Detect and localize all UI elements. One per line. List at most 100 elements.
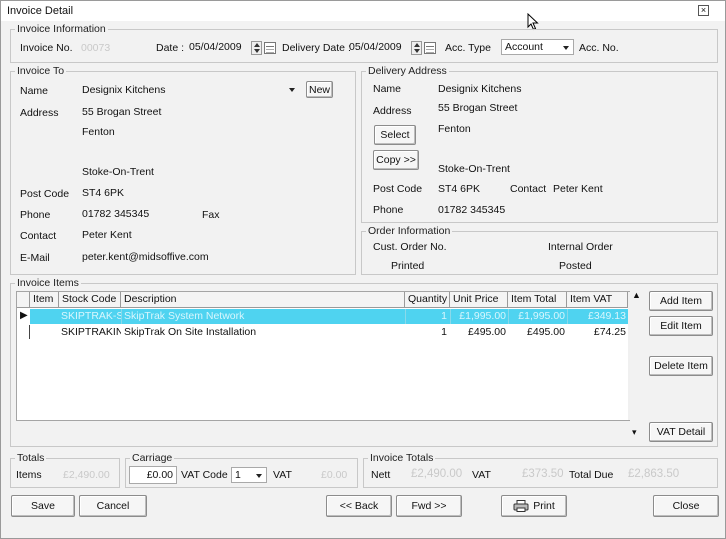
delivery-post-code-field[interactable]: ST4 6PK	[438, 183, 480, 195]
column-header-quantity[interactable]: Quantity	[405, 292, 450, 308]
row-selector-header	[17, 292, 30, 308]
invoice-to-name-field[interactable]: Designix Kitchens	[82, 84, 165, 96]
invoice-to-address-label: Address	[20, 107, 59, 119]
column-header-item[interactable]: Item	[30, 292, 59, 308]
delivery-name-field[interactable]: Designix Kitchens	[438, 83, 521, 95]
invoice-to-name-label: Name	[20, 85, 49, 97]
window-close-icon[interactable]: ×	[698, 5, 709, 16]
column-header-unit-price[interactable]: Unit Price	[450, 292, 508, 308]
row-2-item-total[interactable]: £495.00	[510, 326, 565, 338]
column-header-description[interactable]: Description	[121, 292, 405, 308]
row-1-quantity[interactable]: 1	[407, 310, 447, 322]
invoice-items-legend: Invoice Items	[15, 277, 81, 289]
column-header-item-vat[interactable]: Item VAT	[567, 292, 628, 308]
order-information-legend: Order Information	[366, 225, 453, 237]
scroll-down-icon[interactable]: ▾	[632, 427, 637, 438]
invoice-to-email-label: E-Mail	[20, 252, 50, 264]
row-1-item-total[interactable]: £1,995.00	[510, 310, 565, 322]
invoice-to-group: Invoice To	[10, 65, 356, 275]
delivery-post-code-label: Post Code	[373, 183, 423, 195]
internal-order-label: Internal Order	[548, 241, 613, 253]
name-dropdown-chevron-icon[interactable]	[289, 88, 295, 92]
carriage-amount-field[interactable]: £0.00	[129, 466, 177, 484]
date-calendar-icon[interactable]	[264, 42, 276, 54]
scroll-up-icon[interactable]: ▲	[632, 290, 641, 300]
delivery-address-line-2[interactable]: Fenton	[438, 123, 471, 135]
delivery-date-field[interactable]: 05/04/2009	[349, 41, 402, 53]
print-button-label: Print	[533, 500, 555, 512]
invoice-to-post-code-field[interactable]: ST4 6PK	[82, 187, 124, 199]
items-total-label: Items	[16, 469, 42, 481]
chevron-down-icon	[256, 474, 262, 478]
delivery-date-spinner-icon[interactable]	[411, 41, 422, 55]
close-button[interactable]: Close	[653, 495, 719, 517]
invoice-vat-value: £373.50	[522, 468, 564, 480]
invoice-to-contact-label: Contact	[20, 230, 57, 242]
row-2-item-vat[interactable]: £74.25	[569, 326, 626, 338]
date-label: Date :	[156, 42, 185, 54]
delete-item-button[interactable]: Delete Item	[649, 356, 713, 376]
nett-label: Nett	[371, 469, 391, 481]
add-item-button[interactable]: Add Item	[649, 291, 713, 311]
row-1-item-vat[interactable]: £349.13	[569, 310, 626, 322]
row-2-unit-price[interactable]: £495.00	[452, 326, 506, 338]
row-2-stock-code[interactable]: SKIPTRAKINS	[61, 326, 121, 338]
acc-type-label: Acc. Type	[445, 42, 491, 54]
invoice-vat-label: VAT	[472, 469, 491, 481]
select-address-button[interactable]: Select	[374, 125, 416, 145]
acc-no-label: Acc. No.	[579, 42, 619, 54]
row-1-stock-code[interactable]: SKIPTRAK-SYS	[61, 310, 121, 322]
save-button[interactable]: Save	[11, 495, 75, 517]
posted-label: Posted	[559, 260, 592, 272]
invoice-no-label: Invoice No.	[20, 42, 73, 54]
back-button[interactable]: << Back	[326, 495, 392, 517]
row-2-quantity[interactable]: 1	[407, 326, 447, 338]
vat-code-select[interactable]: 1	[231, 467, 267, 483]
delivery-address-line-1[interactable]: 55 Brogan Street	[438, 102, 517, 114]
invoice-to-address-line-2[interactable]: Fenton	[82, 126, 115, 138]
invoice-detail-window: Invoice Detail × Invoice Information Inv…	[0, 0, 726, 539]
invoice-to-email-field[interactable]: peter.kent@midsoffive.com	[82, 251, 209, 263]
title-bar: Invoice Detail ×	[1, 1, 725, 31]
delivery-phone-field[interactable]: 01782 345345	[438, 204, 505, 216]
items-total-value: £2,490.00	[63, 469, 110, 481]
carriage-vat-value: £0.00	[321, 469, 348, 481]
carriage-vat-label: VAT	[273, 469, 292, 481]
invoice-no-field[interactable]: 00073	[81, 42, 110, 54]
invoice-to-contact-field[interactable]: Peter Kent	[82, 229, 132, 241]
invoice-to-phone-field[interactable]: 01782 345345	[82, 208, 149, 220]
row-2-description[interactable]: SkipTrak On Site Installation	[124, 326, 404, 338]
date-spinner-icon[interactable]	[251, 41, 262, 55]
delivery-date-calendar-icon[interactable]	[424, 42, 436, 54]
row-1-unit-price[interactable]: £1,995.00	[452, 310, 506, 322]
acc-type-select[interactable]: Account	[501, 39, 574, 55]
column-header-stock-code[interactable]: Stock Code	[59, 292, 121, 308]
delivery-address-label: Address	[373, 105, 412, 117]
delivery-date-label: Delivery Date :	[282, 42, 351, 54]
delivery-contact-label: Contact	[510, 183, 547, 195]
print-button[interactable]: Print	[501, 495, 567, 517]
delivery-address-line-4[interactable]: Stoke-On-Trent	[438, 163, 510, 175]
edit-item-button[interactable]: Edit Item	[649, 316, 713, 336]
invoice-to-fax-label: Fax	[202, 209, 220, 221]
acc-type-value: Account	[505, 41, 543, 53]
totals-legend: Totals	[15, 452, 47, 464]
invoice-totals-legend: Invoice Totals	[368, 452, 436, 464]
cancel-button[interactable]: Cancel	[79, 495, 147, 517]
delivery-contact-field[interactable]: Peter Kent	[553, 183, 603, 195]
printed-label: Printed	[391, 260, 425, 272]
forward-button[interactable]: Fwd >>	[396, 495, 462, 517]
date-field[interactable]: 05/04/2009	[189, 41, 242, 53]
invoice-to-address-line-1[interactable]: 55 Brogan Street	[82, 106, 161, 118]
column-header-item-total[interactable]: Item Total	[508, 292, 567, 308]
copy-address-button[interactable]: Copy >>	[373, 150, 419, 170]
delivery-phone-label: Phone	[373, 204, 404, 216]
vat-detail-button[interactable]: VAT Detail	[649, 422, 713, 442]
table-scrollbar[interactable]	[628, 292, 630, 420]
invoice-information-legend: Invoice Information	[15, 23, 108, 35]
row-1-description[interactable]: SkipTrak System Network	[124, 310, 404, 322]
chevron-down-icon	[563, 46, 569, 50]
invoice-to-address-line-4[interactable]: Stoke-On-Trent	[82, 166, 154, 178]
invoice-items-table[interactable]: Item Stock Code Description Quantity Uni…	[16, 290, 641, 421]
new-customer-button[interactable]: New	[306, 81, 333, 98]
